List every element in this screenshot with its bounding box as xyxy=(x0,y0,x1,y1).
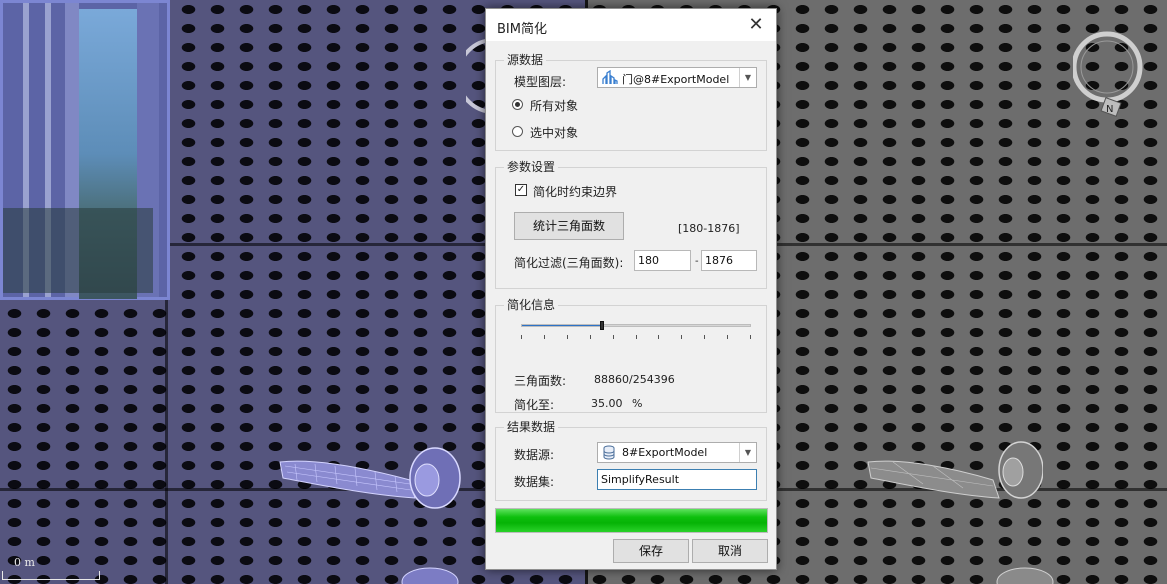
constrain-boundary-label[interactable]: 简化时约束边界 xyxy=(533,183,617,200)
slider-tick xyxy=(636,335,637,339)
group-legend: 源数据 xyxy=(504,53,547,67)
simplify-to-label: 简化至: xyxy=(514,398,555,412)
save-button[interactable]: 保存 xyxy=(613,539,689,563)
radio-selected-objects[interactable] xyxy=(512,126,523,137)
slider-tick xyxy=(567,335,568,339)
slider-tick xyxy=(704,335,705,339)
constrain-boundary-checkbox[interactable]: ✓ xyxy=(515,184,527,196)
database-icon xyxy=(603,445,615,460)
slider-fill xyxy=(522,325,603,326)
group-parameters: 参数设置 ✓ 简化时约束边界 统计三角面数 [180-1876] 简化过滤(三角… xyxy=(495,160,767,289)
slider-tick xyxy=(521,335,522,339)
slider-track[interactable] xyxy=(521,324,751,327)
slider-tick xyxy=(727,335,728,339)
count-triangles-button[interactable]: 统计三角面数 xyxy=(514,212,624,240)
layer-label: 模型图层: xyxy=(514,75,567,89)
layer-select[interactable]: 门@8#ExportModel ▼ xyxy=(597,67,757,88)
simplify-to-value: 35.00 xyxy=(591,397,623,410)
door-handle-model-simplified xyxy=(867,441,1043,499)
filter-min-input[interactable] xyxy=(634,250,691,271)
triangles-label: 三角面数: xyxy=(514,374,567,388)
slider-tick xyxy=(590,335,591,339)
datasource-select-value: 8#ExportModel xyxy=(622,446,708,459)
progress-bar xyxy=(495,508,768,533)
chevron-down-icon[interactable]: ▼ xyxy=(739,443,756,462)
radio-all-objects-label[interactable]: 所有对象 xyxy=(530,97,578,114)
slider-tick xyxy=(681,335,682,339)
simplify-ratio-slider[interactable] xyxy=(521,319,751,341)
dataset-label: 数据集: xyxy=(514,475,555,489)
slider-tick xyxy=(544,335,545,339)
triangle-range-text: [180-1876] xyxy=(678,222,740,235)
datasource-select[interactable]: 8#ExportModel ▼ xyxy=(597,442,757,463)
slider-tick xyxy=(750,335,751,339)
model-layer-icon xyxy=(602,70,618,84)
radio-all-objects[interactable] xyxy=(512,99,523,110)
group-result-data: 结果数据 数据源: 8#ExportModel ▼ 数据集: xyxy=(495,420,767,501)
progress-fill xyxy=(496,509,767,532)
group-legend: 结果数据 xyxy=(504,420,559,434)
door-handle-model xyxy=(279,447,461,509)
group-legend: 参数设置 xyxy=(504,160,559,174)
chevron-down-icon[interactable]: ▼ xyxy=(739,68,756,87)
group-source-data: 源数据 模型图层: 门@8#ExportModel ▼ 所有对象 选中对象 xyxy=(495,53,767,151)
building-window-model xyxy=(0,0,170,300)
close-icon[interactable]: ✕ xyxy=(746,15,766,35)
filter-label: 简化过滤(三角面数): xyxy=(514,256,624,270)
door-handle-model-partial xyxy=(996,567,1054,584)
slider-tick xyxy=(658,335,659,339)
filter-separator: - xyxy=(695,256,699,267)
simplify-to-unit: % xyxy=(632,397,643,410)
slider-tick xyxy=(613,335,614,339)
filter-max-input[interactable] xyxy=(701,250,757,271)
door-handle-model-partial xyxy=(401,567,459,584)
triangles-value: 88860/254396 xyxy=(594,373,675,386)
group-legend: 简化信息 xyxy=(504,298,559,312)
layer-select-value: 门@8#ExportModel xyxy=(622,73,730,86)
dialog-title: BIM简化 xyxy=(497,22,547,37)
radio-selected-objects-label[interactable]: 选中对象 xyxy=(530,124,578,141)
slider-thumb[interactable] xyxy=(600,321,604,330)
compass-north-label: N xyxy=(1106,104,1113,115)
scale-bar xyxy=(2,571,100,580)
group-simplify-info: 简化信息 三角面数: 88860/254396 简化至: 35.00 % xyxy=(495,298,767,413)
datasource-label: 数据源: xyxy=(514,448,555,462)
dataset-input[interactable] xyxy=(597,469,757,490)
compass-icon[interactable]: N xyxy=(1073,22,1147,122)
scale-label: 0 m xyxy=(14,556,35,569)
bim-simplify-dialog: BIM简化 ✕ 源数据 模型图层: 门@8#ExportModel ▼ 所有对象… xyxy=(485,8,777,570)
window-shadow xyxy=(3,208,153,293)
cancel-button[interactable]: 取消 xyxy=(692,539,768,563)
title-bar[interactable]: BIM简化 ✕ xyxy=(486,9,776,41)
